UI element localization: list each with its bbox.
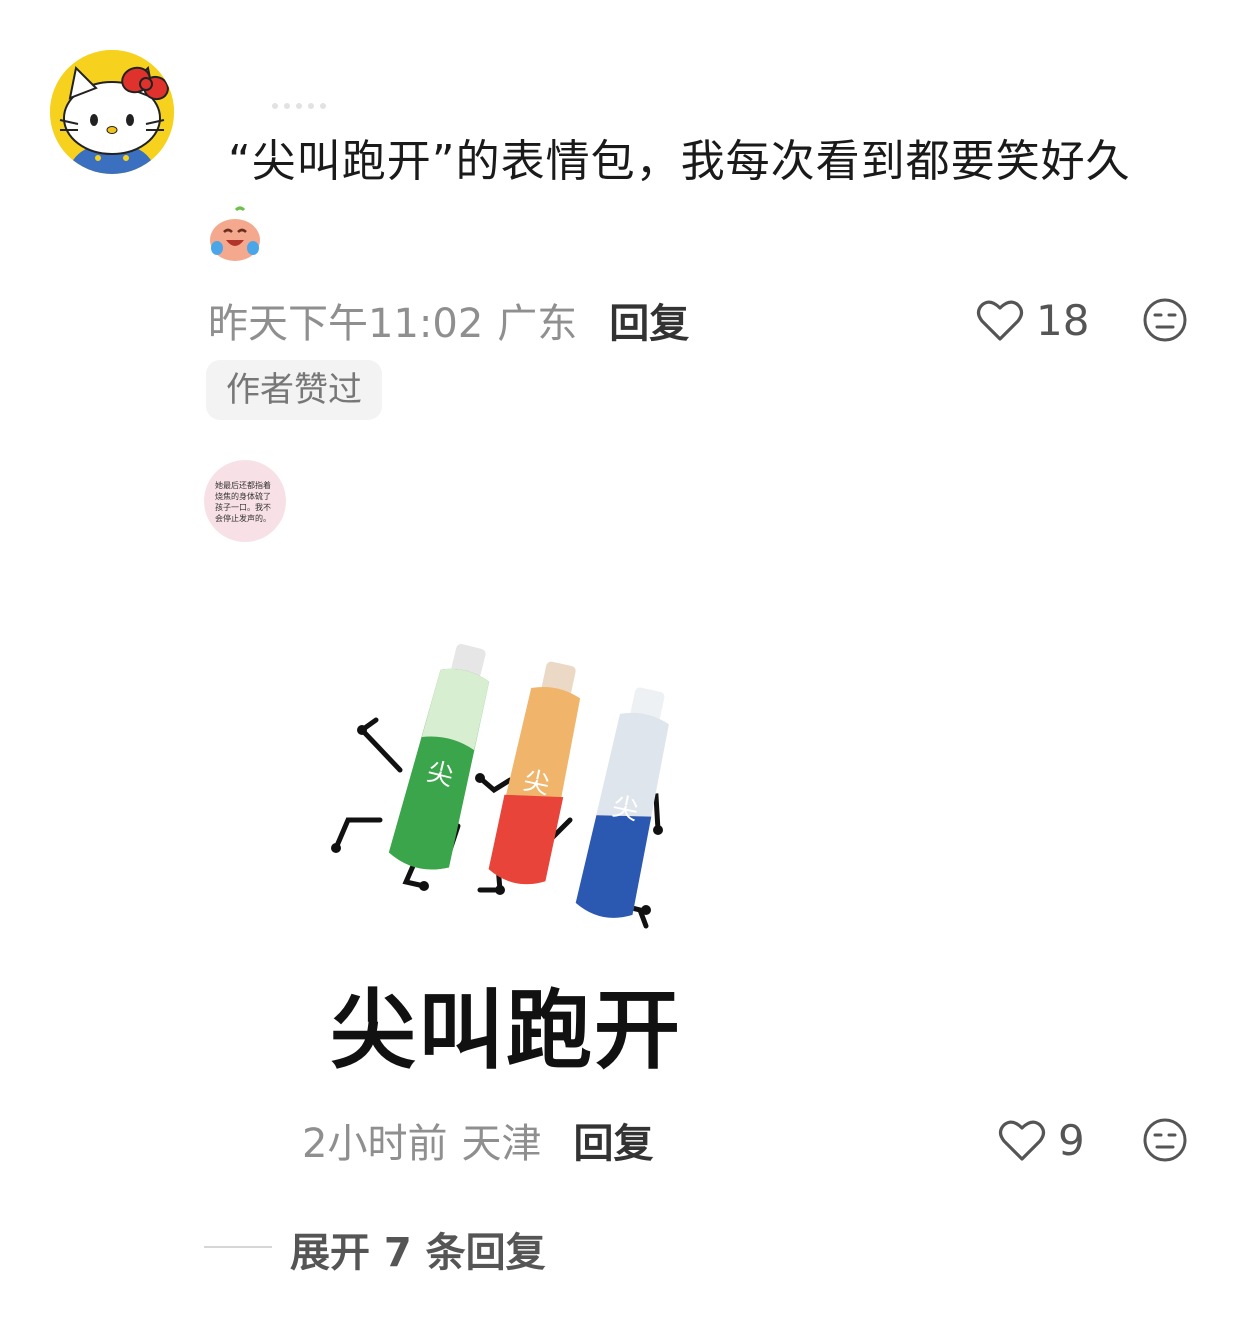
comment-text: “尖叫跑开”的表情包，我每次看到都要笑好久 [228,136,1131,187]
hello-kitty-avatar-image [50,50,174,174]
reply-button[interactable]: 回复 [609,291,689,349]
reply-like-button[interactable]: 9 [998,1112,1085,1168]
replier-avatar[interactable]: 她最后还都指着烧焦的身体硫了孩子一口。我不会停止发声的。 [204,460,286,542]
expand-divider [204,1246,272,1248]
like-button[interactable]: 18 [976,292,1089,348]
sticker-caption: 尖叫跑开 [330,981,682,1081]
comment-time: 昨天下午11:02 [208,301,484,347]
sticker-image[interactable]: 尖 尖 尖 尖叫跑开 [300,620,720,1081]
neutral-face-icon [1143,298,1187,342]
author-liked-badge: 作者赞过 [206,360,382,420]
replier-avatar-text: 她最后还都指着烧焦的身体硫了孩子一口。我不会停止发声的。 [215,481,271,523]
laughing-crying-face-icon [206,206,264,264]
neutral-face-icon [1143,1118,1187,1162]
running-bottles-illustration: 尖 尖 尖 [331,643,669,929]
reply-reply-button[interactable]: 回复 [573,1111,653,1169]
username-placeholder[interactable] [272,94,352,109]
comment-meta-row: 昨天下午11:02 广东 回复 [208,292,689,348]
like-count: 18 [1036,295,1090,345]
reply-meta-row: 2小时前 天津 回复 [302,1112,653,1168]
comment-location: 广东 [497,301,578,347]
heart-outline-icon [976,300,1024,341]
reply-like-count: 9 [1058,1115,1085,1165]
expand-replies-button[interactable]: 展开 7 条回复 [290,1220,546,1278]
commenter-avatar[interactable] [50,50,174,174]
heart-outline-icon [998,1120,1046,1161]
reply-time: 2小时前 [302,1121,448,1167]
dislike-button[interactable] [1142,297,1188,347]
reply-dislike-button[interactable] [1142,1117,1188,1167]
reply-location: 天津 [461,1121,542,1167]
